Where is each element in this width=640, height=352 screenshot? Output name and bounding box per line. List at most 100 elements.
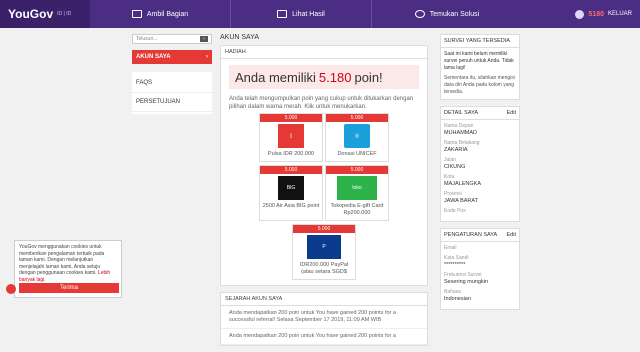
detail-value: MUHAMMAD [444, 130, 477, 136]
nav-ambil-bagian[interactable]: Ambil Bagian [90, 0, 230, 28]
edit-settings-link[interactable]: Edit [507, 232, 516, 238]
accept-cookies-button[interactable]: Terima [19, 283, 119, 293]
target-icon [414, 10, 425, 18]
reward-airasia[interactable]: 5.000 BIG 2500 Air Asia BIG point [259, 165, 323, 221]
language-switch[interactable]: ID | ID [57, 11, 71, 17]
history-header: SEJARAH AKUN SAYA [221, 293, 427, 306]
detail-row: Nama Belakang ZAKARIA [444, 140, 516, 154]
setting-value: ********** [444, 262, 466, 268]
detail-row: Provinsi JAWA BARAT [444, 191, 516, 205]
nav-lihat-hasil[interactable]: Lihat Hasil [231, 0, 371, 28]
detail-row: Nama Depan MUHAMMAD [444, 123, 516, 137]
details-header: DETAIL SAYA Edit [441, 107, 519, 120]
settings-header-label: PENGATURAN SAYA [444, 232, 498, 238]
sidebar-item-akun-saya[interactable]: AKUN SAYA › [132, 50, 212, 64]
chevron-right-icon: › [206, 54, 208, 60]
reward-label: IDR200.000 PayPal (atau setara SGD$ [299, 262, 349, 275]
top-navbar: YouGov ID | ID Ambil Bagian Lihat Hasil … [0, 0, 640, 28]
cookie-text: YouGov menggunakan cookies untuk memberi… [19, 244, 105, 276]
history-item: Anda mendapatkan 200 poin untuk You have… [221, 329, 427, 345]
detail-value: CIKUNG [444, 164, 466, 170]
survey-icon [131, 10, 142, 18]
reward-cost: 5.000 [326, 166, 388, 174]
unicef-icon: ◎ [344, 124, 370, 148]
setting-row: Kata Sandi ********** [444, 255, 516, 269]
reward-pulsa[interactable]: 5.000 ▯ Pulsa IDR 200.000 [259, 113, 323, 162]
reward-label: Pulsa IDR 200.000 [267, 151, 315, 157]
balance-suffix: poin! [354, 69, 383, 85]
detail-value: MAJALENGKA [444, 181, 481, 187]
nav-label: Temukan Solusi [429, 10, 480, 18]
balance-value: 5.180 [318, 69, 352, 85]
sidebar-item-persetujuan[interactable]: PERSETUJUAN [132, 93, 212, 112]
nav-label: Ambil Bagian [146, 10, 189, 18]
search-input[interactable]: Telusuri... [136, 36, 157, 42]
avatar-icon[interactable] [575, 9, 585, 19]
sidebar-item-faqs[interactable]: FAQS [132, 74, 212, 93]
right-sidebar: SURVEI YANG TERSEDIA Saat ini kami belum… [440, 34, 520, 316]
detail-value: ZAKARIA [444, 147, 468, 153]
airasia-big-icon: BIG [278, 176, 304, 200]
left-sidebar: Telusuri... › AKUN SAYA › FAQS PERSETUJU… [132, 34, 212, 114]
detail-row: Kota MAJALENGKA [444, 174, 516, 188]
points-balance: Anda memiliki 5.180 poin! [229, 65, 419, 89]
paypal-icon: P [307, 235, 341, 259]
phone-icon: ▯ [278, 124, 304, 148]
reward-cost: 5.000 [293, 225, 355, 233]
reward-cost: 5.000 [260, 166, 322, 174]
settings-panel: PENGATURAN SAYA Edit Email Kata Sandi ***… [440, 228, 520, 310]
detail-key: Provinsi [444, 191, 462, 197]
reward-label: Donasi UNICEF [337, 151, 377, 157]
help-bubble-icon[interactable] [6, 284, 16, 294]
detail-value: JAWA BARAT [444, 198, 479, 204]
page-title: AKUN SAYA [220, 34, 260, 41]
yougov-logo[interactable]: YouGov ID | ID [0, 0, 90, 28]
setting-key: Frekuensi Survei [444, 272, 482, 278]
reward-tokopedia[interactable]: 5.000 toko Tokopedia E-gift Card Rp200.0… [325, 165, 389, 221]
reward-cost: 5.000 [260, 114, 322, 122]
reward-label: Tokopedia E-gift Card Rp200.000 [330, 203, 384, 216]
user-menu: 5180 KELUAR [575, 0, 632, 28]
nav-label: Lihat Hasil [292, 10, 325, 18]
detail-row: Jalan CIKUNG [444, 157, 516, 171]
rewards-grid: 5.000 ▯ Pulsa IDR 200.000 5.000 ◎ Donasi… [221, 111, 427, 285]
cookie-banner: YouGov menggunakan cookies untuk memberi… [14, 240, 122, 298]
detail-key: Kota [444, 174, 455, 180]
rewards-card: HADIAH Anda memiliki 5.180 poin! Anda te… [220, 45, 428, 286]
rewards-intro: Anda telah mengumpulkan poin yang cukup … [229, 96, 414, 110]
user-points: 5180 [588, 10, 604, 18]
reward-paypal[interactable]: 5.000 P IDR200.000 PayPal (atau setara S… [292, 224, 356, 280]
setting-row: Frekuensi Survei Sesering mungkin [444, 272, 516, 286]
setting-key: Bahasa [444, 289, 461, 295]
setting-value: Indonesian [444, 296, 471, 302]
survey-note: Sementara itu, silahkan mengisi data dir… [444, 75, 515, 95]
tokopedia-icon: toko [337, 176, 377, 200]
edit-details-link[interactable]: Edit [507, 110, 516, 116]
sidebar-links: FAQS PERSETUJUAN [132, 72, 212, 114]
chart-icon [277, 10, 288, 18]
setting-row: Bahasa Indonesian [444, 289, 516, 303]
balance-prefix: Anda memiliki [235, 69, 316, 85]
reward-label: 2500 Air Asia BIG point [262, 203, 320, 209]
survey-header-label: SURVEI YANG TERSEDIA [444, 38, 510, 44]
setting-value: Sesering mungkin [444, 279, 489, 285]
setting-key: Email [444, 245, 457, 251]
reward-unicef[interactable]: 5.000 ◎ Donasi UNICEF [325, 113, 389, 162]
search-box[interactable]: Telusuri... › [132, 34, 212, 44]
detail-key: Kode Pos [444, 208, 466, 214]
setting-row: Email [444, 245, 516, 252]
survey-body: Saat ini kami belum memiliki survei penu… [441, 48, 519, 99]
nav-temukan-solusi[interactable]: Temukan Solusi [372, 0, 522, 28]
sidebar-item-label: AKUN SAYA [136, 54, 171, 60]
details-header-label: DETAIL SAYA [444, 110, 479, 116]
settings-body: Email Kata Sandi ********** Frekuensi Sur… [441, 242, 519, 309]
detail-key: Nama Belakang [444, 140, 480, 146]
logout-link[interactable]: KELUAR [608, 11, 632, 17]
main-content: AKUN SAYA HADIAH Anda memiliki 5.180 poi… [220, 34, 428, 352]
search-button[interactable]: › [200, 36, 208, 42]
setting-key: Kata Sandi [444, 255, 469, 261]
detail-key: Nama Depan [444, 123, 474, 129]
detail-key: Jalan [444, 157, 456, 163]
logo-text: YouGov [8, 7, 54, 21]
detail-row: Kode Pos [444, 208, 516, 215]
